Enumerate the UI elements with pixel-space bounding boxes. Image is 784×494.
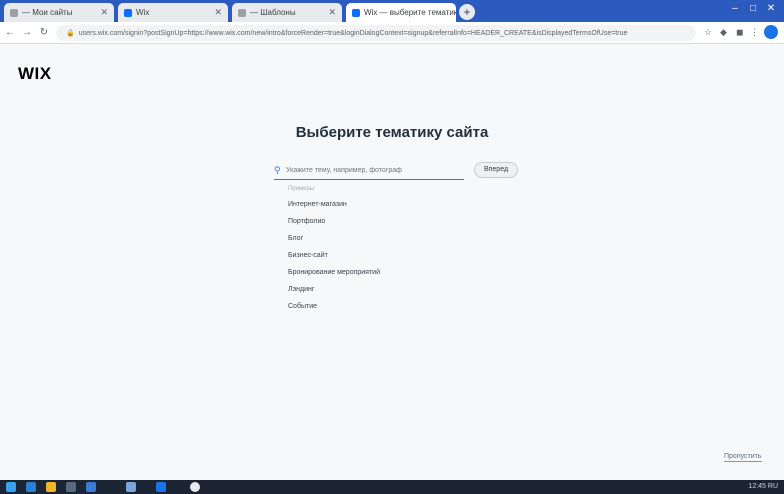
suggestion-item[interactable]: Лэндинг [288,283,468,300]
os-taskbar: 12:45 RU [0,480,784,494]
tab-favicon-icon [10,8,18,17]
start-icon[interactable] [6,482,16,492]
browser-tab-strip: — Мои сайты ✕ Wix ✕ — Шаблоны ✕ Wix — вы… [0,0,784,22]
tab-favicon-icon [238,8,246,17]
tab-wix[interactable]: Wix ✕ [118,3,228,22]
system-tray-clock: 12:45 RU [748,483,778,490]
tab-label: — Мои сайты [22,8,73,17]
skip-link[interactable]: Пропустить [724,452,762,462]
tab-my-sites[interactable]: — Мои сайты ✕ [4,3,114,22]
new-tab-button[interactable]: + [459,4,475,20]
page-title: Выберите тематику сайта [295,124,489,141]
tab-templates[interactable]: — Шаблоны ✕ [232,3,342,22]
app-taskbar-icon[interactable] [86,482,96,492]
browser-toolbar: ← → ↻ 🔒 users.wix.com/signin?postSignUp=… [0,22,784,44]
suggestion-item[interactable]: Блог [288,232,468,249]
go-button[interactable]: Вперед [474,162,518,178]
close-icon[interactable]: ✕ [210,7,222,18]
suggestion-item[interactable]: Бронирование мероприятий [288,266,468,283]
menu-dots-icon[interactable]: ⋮ [750,27,759,38]
address-bar[interactable]: 🔒 users.wix.com/signin?postSignUp=https:… [56,25,696,41]
topic-search-input[interactable] [286,167,456,174]
app-taskbar-icon[interactable] [66,482,76,492]
suggestion-item[interactable]: Событие [288,300,468,317]
suggestion-list-label: Примеры: [288,186,316,192]
tab-label: — Шаблоны [250,8,296,17]
folder-icon[interactable] [46,482,56,492]
topic-search-field[interactable]: ⚲ [274,162,464,180]
close-icon[interactable]: ✕ [96,7,108,18]
tab-active[interactable]: Wix — выберите тематику ✕ [346,3,456,22]
tab-favicon-icon [124,8,132,17]
browser-taskbar-icon[interactable] [26,482,36,492]
extension-icon[interactable]: ◆ [720,27,727,38]
back-icon[interactable]: ← [3,27,17,38]
search-icon: ⚲ [274,165,281,175]
tab-favicon-icon [352,8,360,17]
forward-icon[interactable]: → [20,27,34,38]
close-icon[interactable]: ✕ [324,7,336,18]
close-window-button[interactable]: ✕ [764,3,778,14]
suggestion-list: Примеры: Интернет-магазин Портфолио Блог… [288,184,468,317]
profile-avatar[interactable] [764,25,778,39]
bookmark-star-icon[interactable]: ☆ [704,27,712,38]
tab-label: Wix [136,8,150,17]
lock-icon: 🔒 [66,30,75,37]
app-taskbar-icon[interactable] [156,482,166,492]
extension-icon[interactable]: ◼ [736,27,743,38]
suggestion-item[interactable]: Портфолио [288,215,468,232]
app-taskbar-icon[interactable] [126,482,136,492]
reload-icon[interactable]: ↻ [37,27,51,38]
url-text: users.wix.com/signin?postSignUp=https://… [78,29,628,37]
maximize-button[interactable]: □ [746,3,760,14]
chrome-taskbar-icon[interactable] [190,482,200,492]
suggestion-item[interactable]: Бизнес-сайт [288,249,468,266]
tab-label: Wix — выберите тематику [364,8,456,17]
suggestion-item[interactable]: Интернет-магазин [288,198,468,215]
wix-logo[interactable]: WIX [18,64,52,84]
minimize-button[interactable]: – [728,3,742,14]
